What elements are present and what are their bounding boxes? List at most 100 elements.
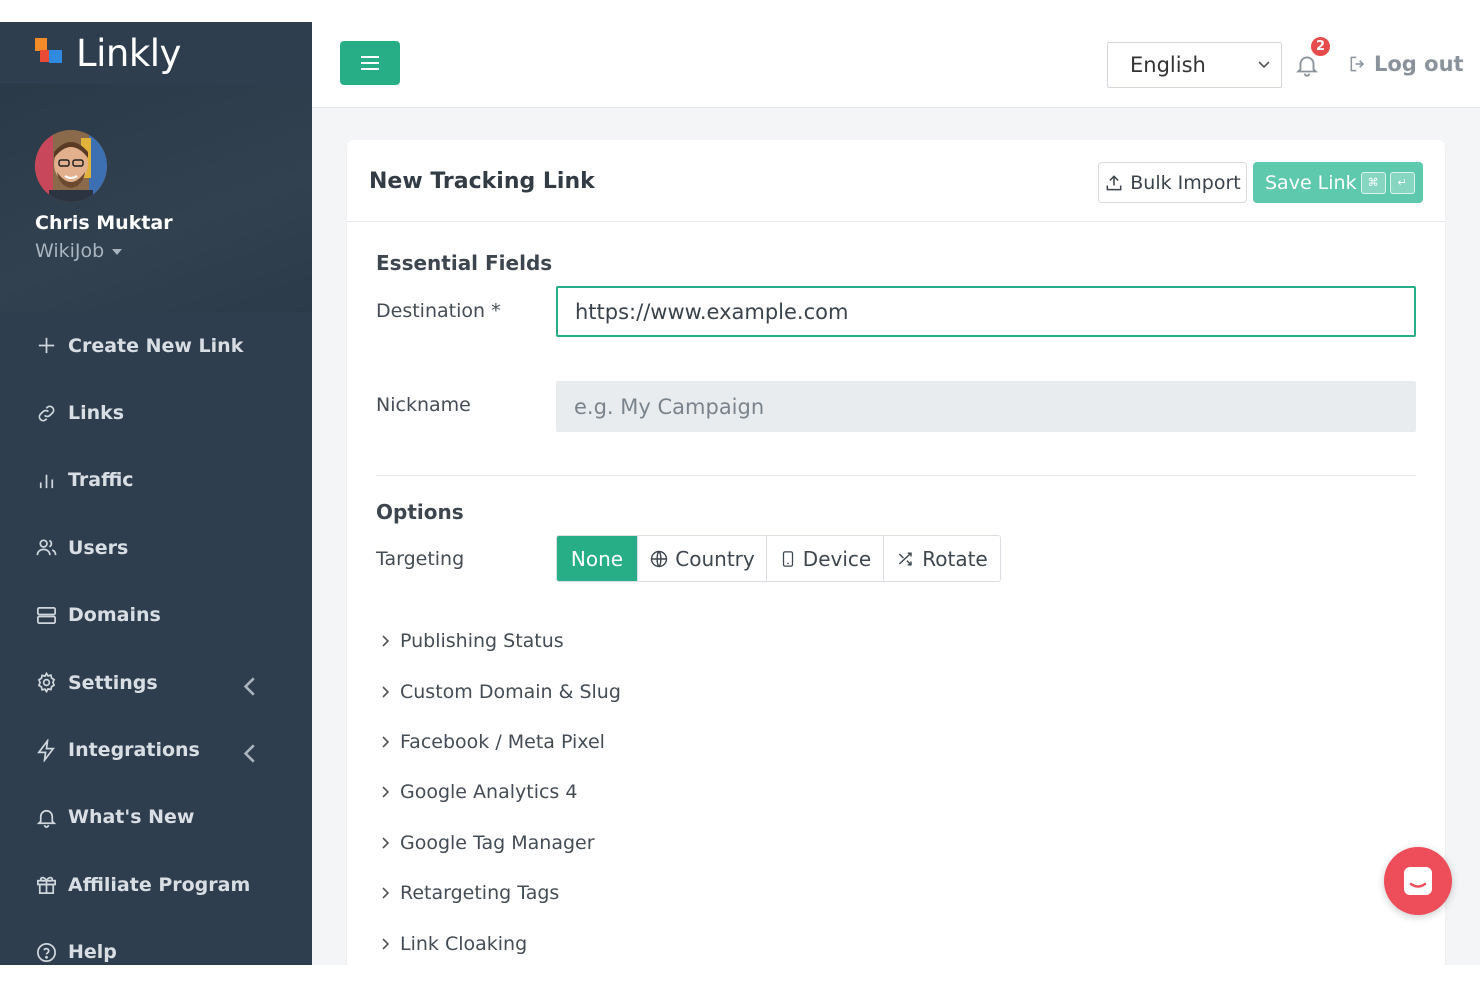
org-name: WikiJob xyxy=(35,240,105,262)
targeting-option-label: Rotate xyxy=(922,546,988,571)
sidebar-item-label: Affiliate Program xyxy=(68,873,251,896)
sidebar-item-domains[interactable]: Domains xyxy=(0,582,312,649)
sidebar-item-label: Domains xyxy=(68,604,161,627)
targeting-device-button[interactable]: Device xyxy=(767,536,884,581)
targeting-option-label: Country xyxy=(675,546,755,571)
menu-toggle-button[interactable] xyxy=(340,41,400,85)
section-label: Link Cloaking xyxy=(400,932,528,955)
options-heading: Options xyxy=(376,500,464,524)
upload-icon xyxy=(1106,174,1122,190)
lightning-icon xyxy=(37,738,55,762)
sidebar-item-create-new-link[interactable]: Create New Link xyxy=(0,312,312,379)
section-google-tag-manager[interactable]: Google Tag Manager xyxy=(376,818,621,868)
sidebar-item-label: Users xyxy=(68,536,129,559)
sidebar-item-settings[interactable]: Settings xyxy=(0,649,312,716)
chevron-right-icon xyxy=(382,837,390,849)
users-icon xyxy=(36,539,57,556)
targeting-option-label: Device xyxy=(802,546,872,571)
chevron-left-icon xyxy=(243,677,255,696)
org-switcher[interactable]: WikiJob xyxy=(35,240,123,262)
sidebar-item-users[interactable]: Users xyxy=(0,514,312,581)
enter-key-hint: ↵ xyxy=(1389,171,1415,194)
sidebar-item-affiliate-program[interactable]: Affiliate Program xyxy=(0,851,312,918)
chevron-right-icon xyxy=(382,937,390,950)
sidebar-item-whats-new[interactable]: What's New xyxy=(0,784,312,851)
sidebar-item-integrations[interactable]: Integrations xyxy=(0,716,312,783)
nickname-label: Nickname xyxy=(376,394,471,416)
targeting-label: Targeting xyxy=(376,548,465,570)
section-google-analytics[interactable]: Google Analytics 4 xyxy=(376,767,621,817)
brand-name: Linkly xyxy=(76,31,181,75)
section-label: Google Tag Manager xyxy=(400,831,595,854)
sidebar-item-label: Help xyxy=(68,941,117,964)
section-retargeting-tags[interactable]: Retargeting Tags xyxy=(376,868,621,918)
sidebar-item-label: Integrations xyxy=(68,739,200,762)
command-key-hint: ⌘ xyxy=(1360,171,1386,194)
plus-icon xyxy=(38,338,55,354)
targeting-option-label: None xyxy=(570,546,624,571)
user-name: Chris Muktar xyxy=(35,212,173,234)
targeting-rotate-button[interactable]: Rotate xyxy=(884,536,1000,581)
sidebar-item-label: Links xyxy=(68,402,125,425)
section-custom-domain-slug[interactable]: Custom Domain & Slug xyxy=(376,666,621,716)
chevron-right-icon xyxy=(382,686,390,698)
destination-input[interactable]: https://www.example.com xyxy=(556,286,1416,337)
logout-link[interactable]: Log out xyxy=(1348,52,1464,76)
brand[interactable]: Linkly xyxy=(0,22,312,84)
section-publishing-status[interactable]: Publishing Status xyxy=(376,616,621,666)
essential-fields-heading: Essential Fields xyxy=(376,251,553,275)
targeting-selector: None Country Device Rotate xyxy=(556,535,1001,582)
section-facebook-pixel[interactable]: Facebook / Meta Pixel xyxy=(376,717,621,767)
bar-chart-icon xyxy=(39,474,54,489)
sidebar-item-help[interactable]: Help xyxy=(0,919,312,965)
sidebar-item-label: Traffic xyxy=(68,469,134,492)
bulk-import-label: Bulk Import xyxy=(1130,171,1241,194)
chevron-left-icon xyxy=(243,744,255,763)
gear-icon xyxy=(37,671,56,694)
chat-launcher-button[interactable] xyxy=(1384,847,1452,915)
section-label: Facebook / Meta Pixel xyxy=(400,730,605,753)
save-link-button[interactable]: Save Link ⌘ ↵ xyxy=(1253,162,1423,203)
page-title: New Tracking Link xyxy=(369,169,595,194)
options-sections: Publishing Status Custom Domain & Slug F… xyxy=(376,616,621,965)
linkly-logo-icon xyxy=(34,38,64,68)
link-icon xyxy=(38,405,55,421)
avatar[interactable] xyxy=(35,130,107,202)
sidebar-item-label: What's New xyxy=(68,806,195,829)
section-label: Custom Domain & Slug xyxy=(400,680,621,703)
sidebar-item-traffic[interactable]: Traffic xyxy=(0,447,312,514)
logout-label: Log out xyxy=(1374,52,1464,76)
targeting-none-button[interactable]: None xyxy=(557,536,638,581)
chevron-right-icon xyxy=(382,887,390,899)
save-link-label: Save Link xyxy=(1265,171,1357,194)
targeting-country-button[interactable]: Country xyxy=(638,536,767,581)
help-icon xyxy=(37,942,56,962)
caret-down-icon xyxy=(112,248,123,255)
sidebar-item-label: Create New Link xyxy=(68,334,244,357)
server-icon xyxy=(37,606,56,624)
section-label: Publishing Status xyxy=(400,630,564,653)
hamburger-icon xyxy=(361,56,379,70)
notification-badge: 2 xyxy=(1309,35,1332,58)
chat-icon xyxy=(1404,867,1432,895)
profile-panel: Chris Muktar WikiJob xyxy=(0,84,312,312)
destination-label: Destination * xyxy=(376,300,501,322)
language-select[interactable]: English xyxy=(1107,42,1282,88)
nickname-input[interactable]: e.g. My Campaign xyxy=(556,381,1416,432)
sidebar: Linkly Chris Muktar WikiJob Create New L… xyxy=(0,22,312,965)
section-link-cloaking[interactable]: Link Cloaking xyxy=(376,918,621,965)
chevron-right-icon xyxy=(382,736,390,748)
app-frame: Linkly Chris Muktar WikiJob Create New L… xyxy=(0,22,1480,965)
card-header: New Tracking Link Bulk Import Save Link … xyxy=(347,140,1445,222)
bulk-import-button[interactable]: Bulk Import xyxy=(1098,162,1247,203)
sidebar-item-links[interactable]: Links xyxy=(0,379,312,446)
language-value: English xyxy=(1130,53,1206,77)
chevron-right-icon xyxy=(382,786,390,798)
topbar: English 2 Log out xyxy=(312,22,1480,108)
section-label: Google Analytics 4 xyxy=(400,781,578,804)
chevron-right-icon xyxy=(382,635,390,647)
chevron-down-icon xyxy=(1258,61,1270,69)
new-link-card: New Tracking Link Bulk Import Save Link … xyxy=(347,140,1445,965)
logout-icon xyxy=(1350,56,1365,72)
globe-icon xyxy=(651,550,668,567)
